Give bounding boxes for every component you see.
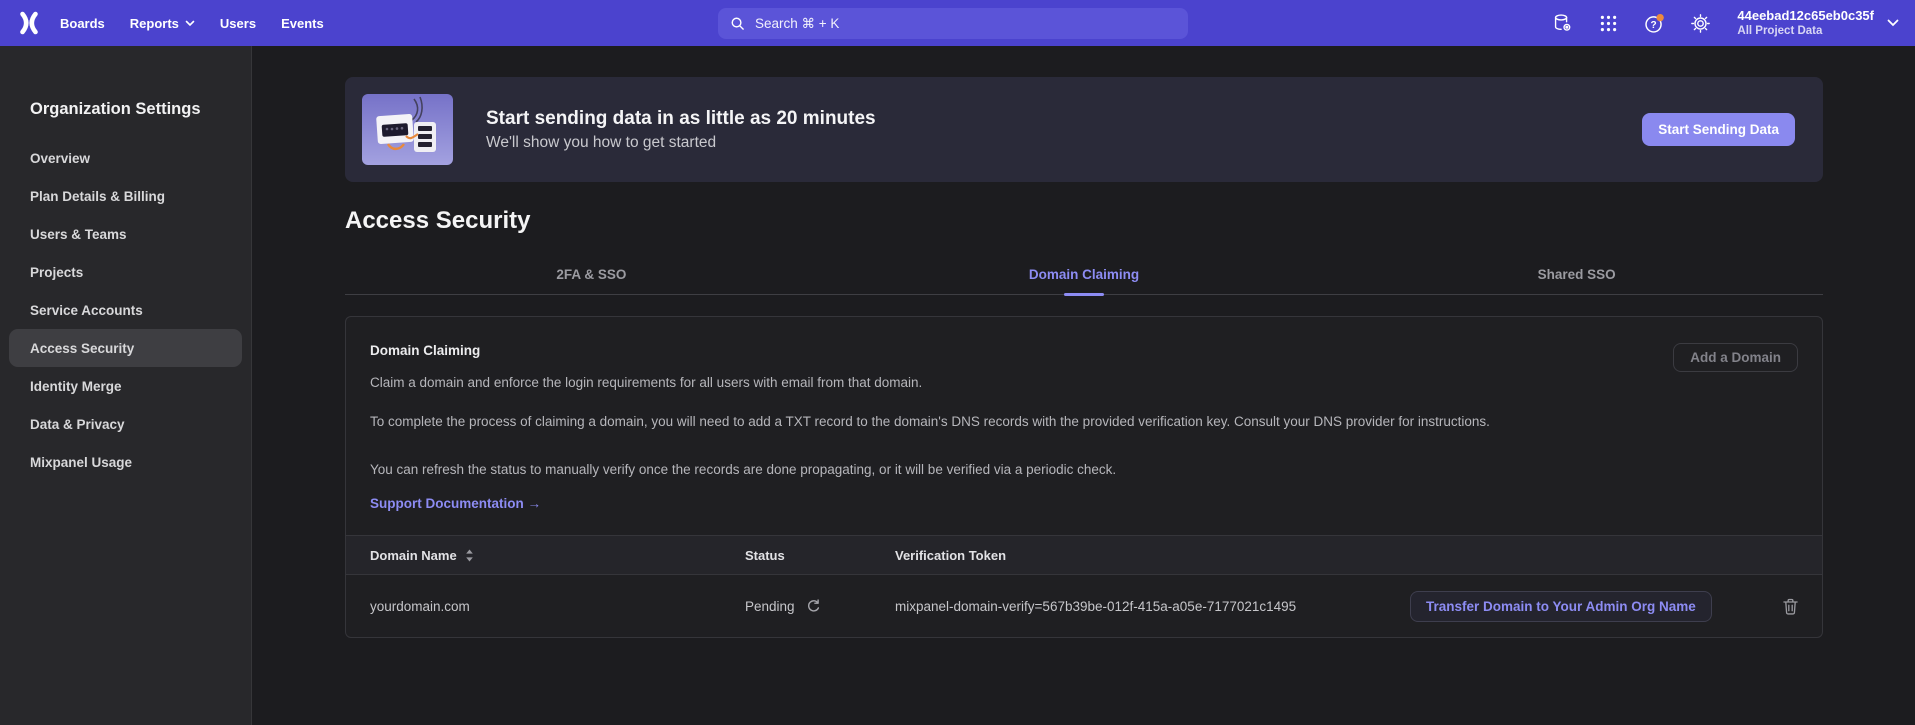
sidebar-item-data-privacy[interactable]: Data & Privacy bbox=[9, 405, 242, 443]
project-name: All Project Data bbox=[1737, 24, 1874, 38]
main-area: Start sending data in as little as 20 mi… bbox=[252, 46, 1915, 725]
status-value: Pending bbox=[745, 599, 795, 614]
sidebar-item-users-teams[interactable]: Users & Teams bbox=[9, 215, 242, 253]
panel-description-1: Claim a domain and enforce the login req… bbox=[370, 372, 1798, 394]
settings-gear-icon[interactable] bbox=[1689, 11, 1711, 35]
panel-description-3: You can refresh the status to manually v… bbox=[370, 459, 1798, 481]
domain-name-value: yourdomain.com bbox=[370, 599, 745, 614]
banner-illustration bbox=[362, 94, 453, 165]
tab-2fa-sso[interactable]: 2FA & SSO bbox=[345, 263, 838, 294]
panel-description-2: To complete the process of claiming a do… bbox=[370, 411, 1640, 433]
onboarding-banner: Start sending data in as little as 20 mi… bbox=[345, 77, 1823, 182]
sidebar-item-overview[interactable]: Overview bbox=[9, 139, 242, 177]
search-placeholder: Search ⌘ + K bbox=[755, 16, 839, 32]
column-header-status: Status bbox=[745, 548, 895, 563]
table-row: yourdomain.com Pending mixpanel-domain-v… bbox=[346, 575, 1822, 637]
sidebar-item-mixpanel-usage[interactable]: Mixpanel Usage bbox=[9, 443, 242, 481]
nav-item-users[interactable]: Users bbox=[220, 16, 256, 31]
column-header-verification-token: Verification Token bbox=[895, 548, 1398, 563]
sidebar-item-projects[interactable]: Projects bbox=[9, 253, 242, 291]
tab-domain-claiming[interactable]: Domain Claiming bbox=[838, 263, 1331, 294]
search-input[interactable]: Search ⌘ + K bbox=[718, 8, 1188, 39]
svg-text:?: ? bbox=[1651, 20, 1657, 31]
panel-title: Domain Claiming bbox=[370, 343, 1798, 358]
status-cell: Pending bbox=[745, 599, 895, 614]
project-switcher[interactable]: 44eebad12c65eb0c35f All Project Data bbox=[1737, 8, 1899, 39]
domain-claiming-panel: Domain Claiming Add a Domain Claim a dom… bbox=[345, 316, 1823, 638]
org-id: 44eebad12c65eb0c35f bbox=[1737, 8, 1874, 24]
verification-token-value: mixpanel-domain-verify=567b39be-012f-415… bbox=[895, 599, 1398, 614]
nav-right-cluster: ? 44eebad12c65eb0c35f All Project Data bbox=[1551, 0, 1899, 46]
banner-title: Start sending data in as little as 20 mi… bbox=[486, 107, 876, 131]
mixpanel-logo-icon[interactable] bbox=[16, 10, 42, 36]
top-nav: Boards Reports Users Events Search ⌘ + K bbox=[0, 0, 1915, 46]
nav-item-reports[interactable]: Reports bbox=[130, 16, 195, 31]
page-title: Access Security bbox=[345, 207, 1823, 235]
sidebar-title: Organization Settings bbox=[0, 100, 251, 119]
transfer-domain-button[interactable]: Transfer Domain to Your Admin Org Name bbox=[1410, 591, 1712, 622]
help-icon[interactable]: ? bbox=[1643, 11, 1665, 35]
support-documentation-link[interactable]: Support Documentation → bbox=[370, 496, 541, 511]
nav-item-boards[interactable]: Boards bbox=[60, 16, 105, 31]
refresh-status-icon[interactable] bbox=[806, 599, 821, 614]
sidebar-item-plan-details-billing[interactable]: Plan Details & Billing bbox=[9, 177, 242, 215]
primary-nav: Boards Reports Users Events bbox=[60, 16, 324, 31]
chevron-down-icon bbox=[1887, 19, 1899, 27]
sidebar-item-identity-merge[interactable]: Identity Merge bbox=[9, 367, 242, 405]
search-icon bbox=[730, 16, 745, 31]
database-settings-icon[interactable] bbox=[1551, 11, 1573, 35]
apps-grid-icon[interactable] bbox=[1597, 11, 1619, 35]
chevron-down-icon bbox=[185, 20, 195, 27]
sidebar-item-service-accounts[interactable]: Service Accounts bbox=[9, 291, 242, 329]
access-security-tabs: 2FA & SSO Domain Claiming Shared SSO bbox=[345, 263, 1823, 295]
nav-item-events[interactable]: Events bbox=[281, 16, 324, 31]
sort-icon[interactable] bbox=[465, 549, 474, 562]
sidebar-item-access-security[interactable]: Access Security bbox=[9, 329, 242, 367]
notification-dot bbox=[1657, 13, 1664, 20]
start-sending-data-button[interactable]: Start Sending Data bbox=[1642, 113, 1795, 146]
banner-subtitle: We'll show you how to get started bbox=[486, 134, 876, 152]
column-header-domain-name: Domain Name bbox=[370, 548, 745, 563]
delete-domain-icon[interactable] bbox=[1783, 598, 1798, 615]
domains-table-header: Domain Name Status Verification Token bbox=[346, 535, 1822, 575]
tab-shared-sso[interactable]: Shared SSO bbox=[1330, 263, 1823, 294]
settings-sidebar: Organization Settings Overview Plan Deta… bbox=[0, 46, 252, 725]
row-actions: Transfer Domain to Your Admin Org Name bbox=[1398, 591, 1798, 622]
add-a-domain-button[interactable]: Add a Domain bbox=[1673, 343, 1798, 372]
